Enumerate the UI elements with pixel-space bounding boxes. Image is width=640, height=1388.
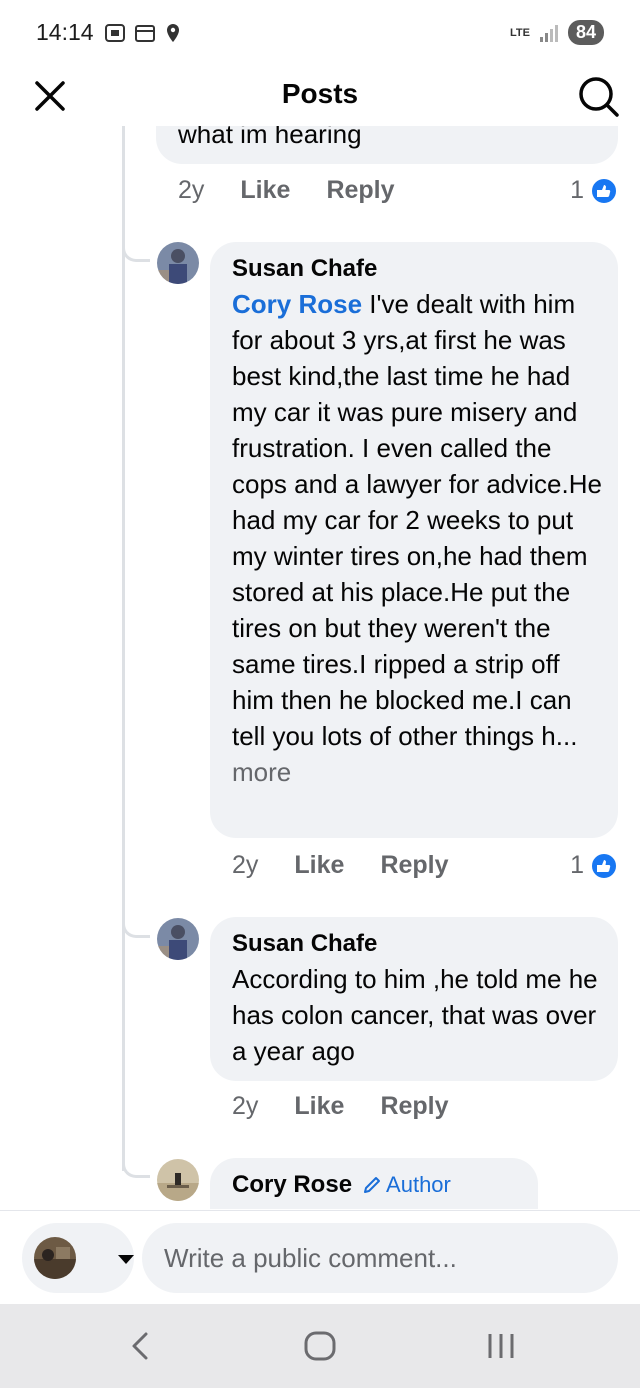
comment-author[interactable]: Susan Chafe xyxy=(232,930,377,958)
reply-button[interactable]: Reply xyxy=(380,851,448,880)
signal-icon xyxy=(539,24,558,42)
comment-author[interactable]: Susan Chafe xyxy=(232,255,377,283)
like-reaction-icon xyxy=(590,176,618,205)
reply-connector xyxy=(122,914,150,938)
like-button[interactable]: Like xyxy=(294,1092,344,1121)
top-bar: Posts xyxy=(0,64,640,126)
like-button[interactable]: Like xyxy=(294,851,344,880)
comment-bubble[interactable]: Susan Chafe Cory Rose I've dealt with hi… xyxy=(210,242,618,838)
lte-label: LTE xyxy=(510,26,530,39)
comment-age: 2y xyxy=(232,851,259,879)
reply-button[interactable]: Reply xyxy=(326,176,394,205)
chevron-down-icon xyxy=(118,1255,134,1264)
comment-age: 2y xyxy=(232,1092,259,1120)
reaction-summary[interactable]: 1 xyxy=(570,176,618,205)
status-icons-right: LTE 84 xyxy=(510,20,604,45)
recents-icon[interactable] xyxy=(484,1330,518,1362)
reply-button[interactable]: Reply xyxy=(380,1092,448,1121)
status-icons-left xyxy=(104,22,182,44)
comment-age: 2y xyxy=(178,176,205,204)
comment-text: According to him ,he told me he has colo… xyxy=(232,964,598,1066)
comment-actions: 2y Like Reply xyxy=(178,176,395,205)
comment-bubble[interactable]: what im hearing xyxy=(156,126,618,164)
pencil-icon xyxy=(364,1177,381,1193)
home-icon[interactable] xyxy=(303,1330,337,1362)
comment-author[interactable]: Cory Rose xyxy=(232,1171,352,1199)
comment-bubble[interactable]: Cory Rose Author xyxy=(210,1158,538,1209)
comment-text: what im hearing xyxy=(178,126,362,149)
back-icon[interactable] xyxy=(126,1330,156,1362)
reaction-count: 1 xyxy=(570,176,584,204)
location-icon xyxy=(167,24,179,42)
avatar[interactable] xyxy=(157,918,199,960)
status-time: 14:14 xyxy=(36,19,94,45)
reaction-count: 1 xyxy=(570,851,584,879)
comment-text: I've dealt with him for about 3 yrs,at f… xyxy=(232,289,602,751)
comment-actions: 2y Like Reply xyxy=(232,851,449,880)
comment-body: Cory Rose I've dealt with him for about … xyxy=(232,286,608,790)
like-reaction-icon xyxy=(590,851,618,880)
system-nav-bar xyxy=(0,1304,640,1388)
avatar[interactable] xyxy=(157,242,199,284)
avatar[interactable] xyxy=(157,1159,199,1201)
author-badge: Author xyxy=(362,1172,451,1198)
comment-author-row: Cory Rose Author xyxy=(232,1171,451,1199)
reaction-summary[interactable]: 1 xyxy=(570,851,618,880)
thread-line xyxy=(122,126,125,1171)
screenshot-icon xyxy=(105,24,125,42)
page-title: Posts xyxy=(281,78,359,109)
comment-bubble[interactable]: Susan Chafe According to him ,he told me… xyxy=(210,917,618,1081)
see-more-link[interactable]: more xyxy=(232,757,291,787)
comment-thread[interactable]: what im hearing 2y Like Reply 1 Susan Ch… xyxy=(0,126,640,1209)
mention-link[interactable]: Cory Rose xyxy=(232,289,362,319)
reply-connector xyxy=(122,1154,150,1178)
battery-indicator: 84 xyxy=(567,20,604,45)
comment-actions: 2y Like Reply xyxy=(232,1092,449,1121)
comment-input[interactable] xyxy=(142,1223,618,1293)
calendar-icon xyxy=(135,25,155,42)
author-badge-label: Author xyxy=(386,1172,451,1197)
reply-connector xyxy=(122,238,150,262)
search-icon[interactable] xyxy=(576,74,620,118)
account-switcher[interactable] xyxy=(22,1223,134,1293)
user-avatar xyxy=(34,1237,76,1279)
comment-composer xyxy=(0,1210,640,1304)
like-button[interactable]: Like xyxy=(240,176,290,205)
status-bar: 14:14 LTE 84 xyxy=(0,0,640,64)
